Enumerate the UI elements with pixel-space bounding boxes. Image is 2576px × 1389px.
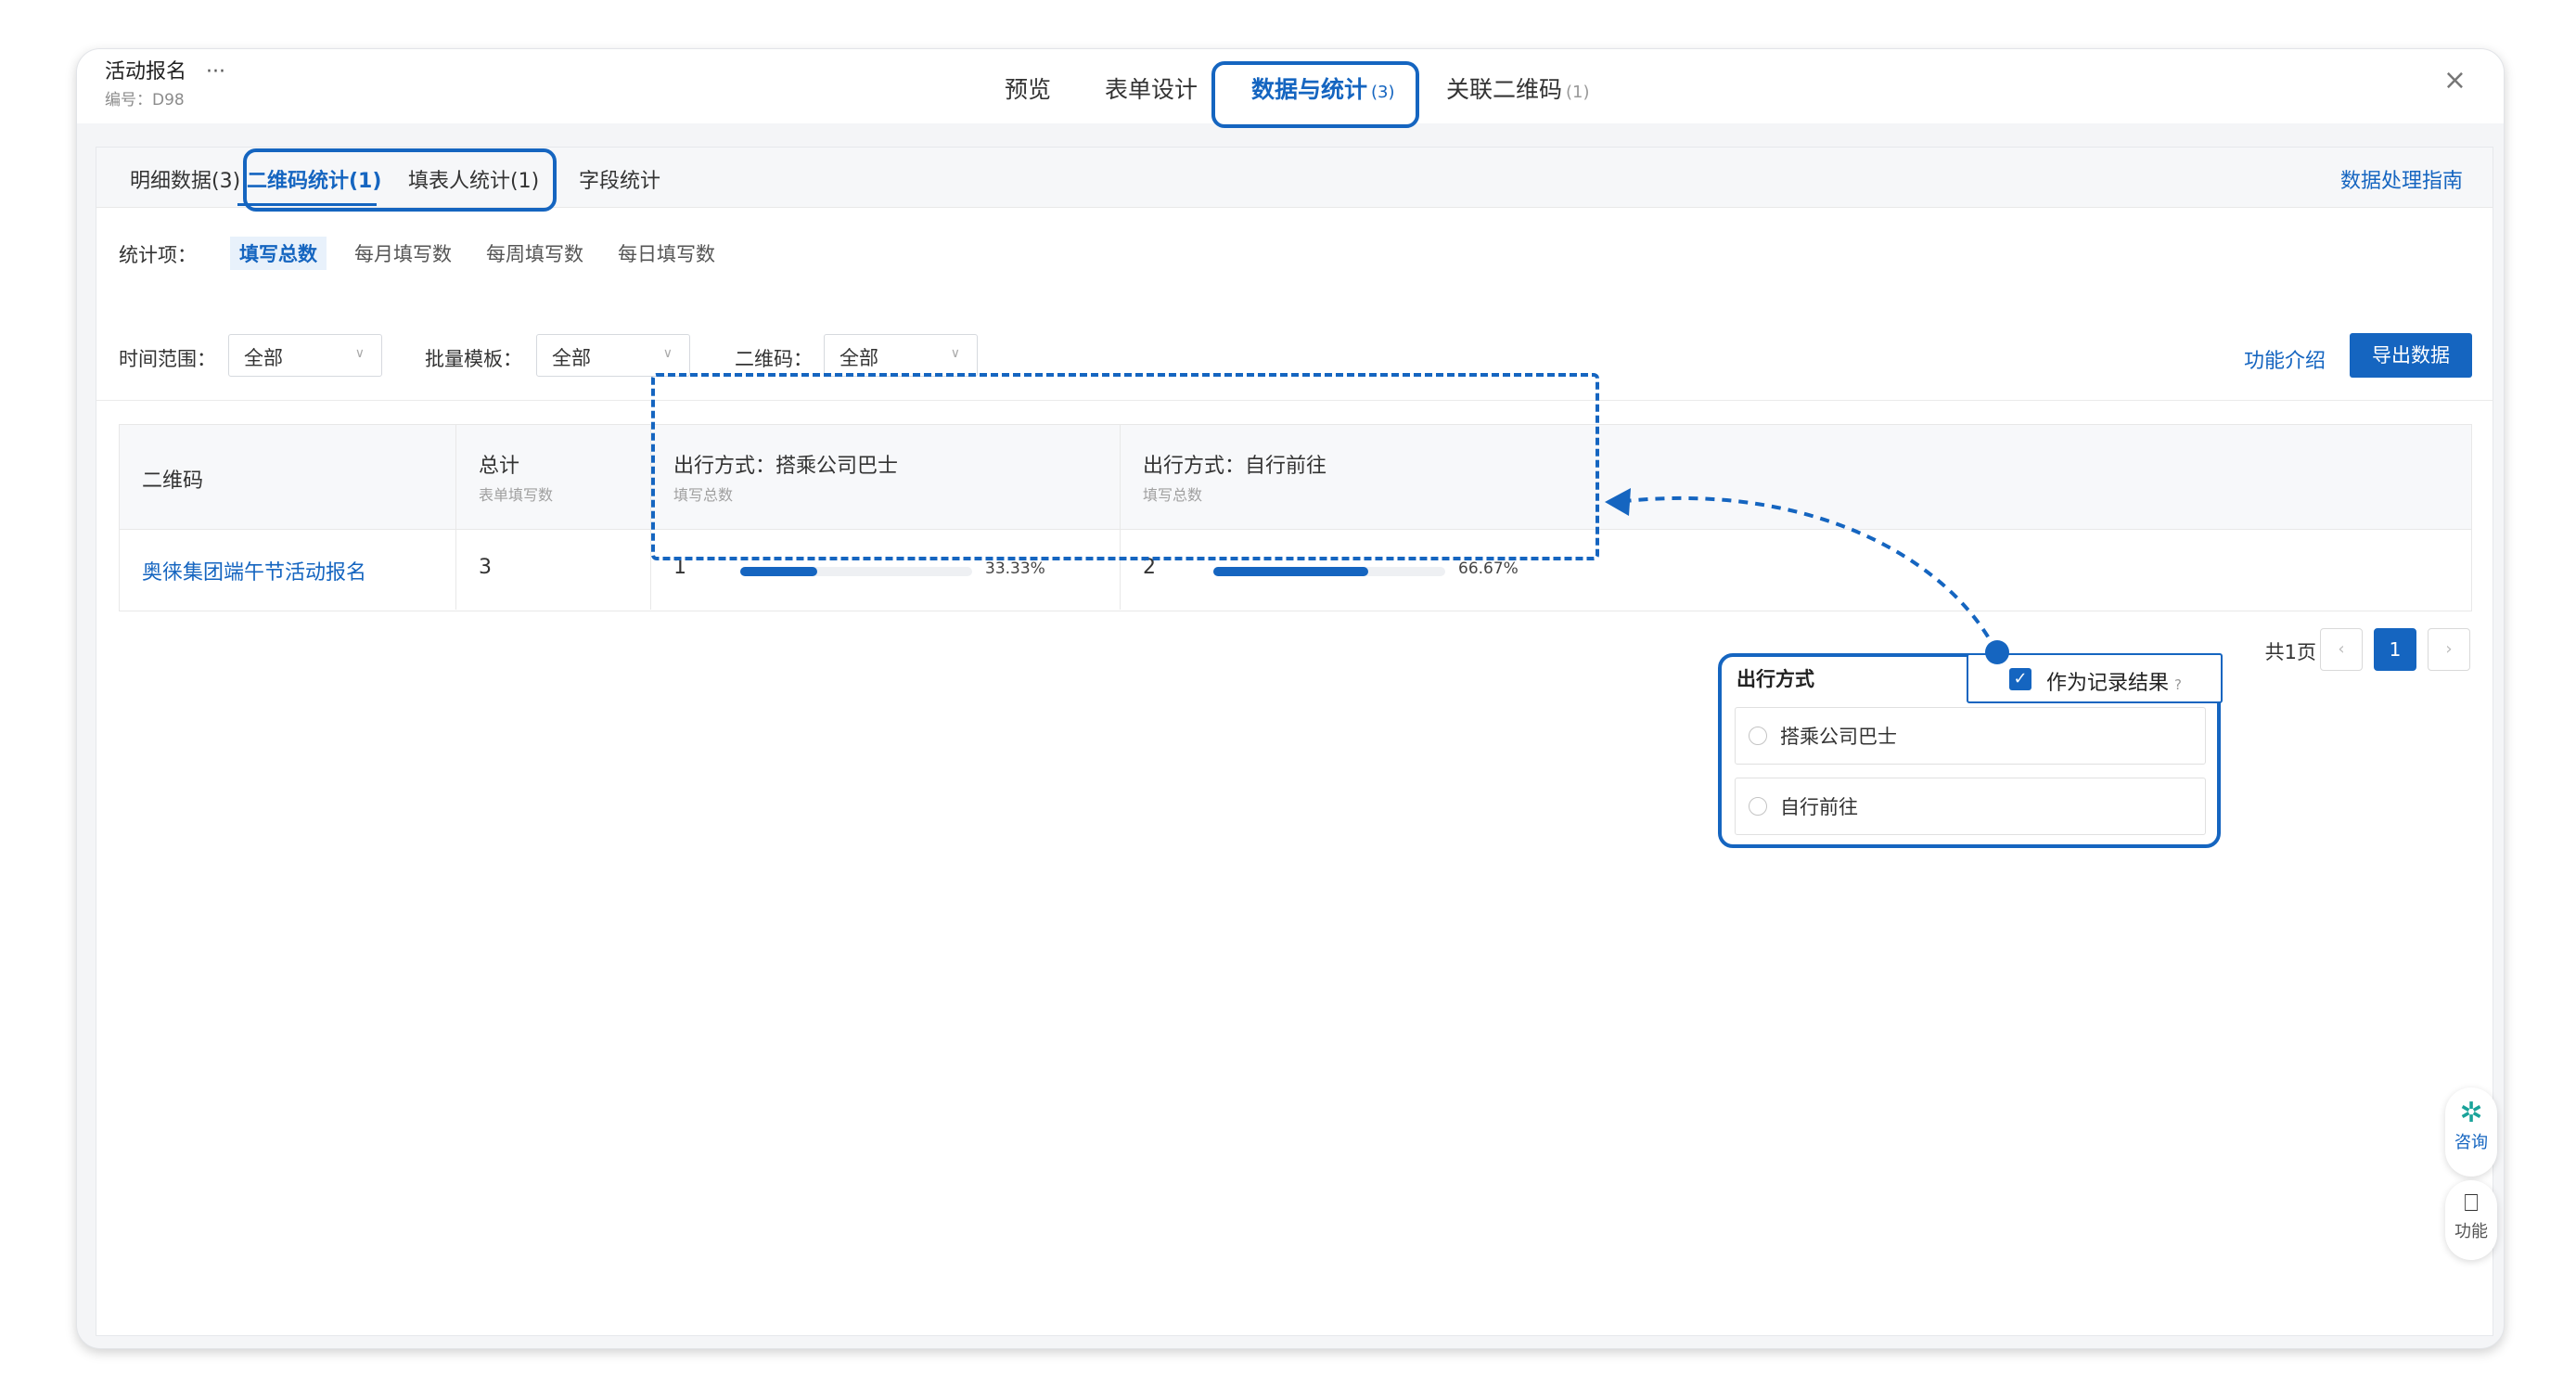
option-self-label: 自行前往 <box>1780 796 1858 818</box>
sparkle-icon: ✲ <box>2459 1097 2483 1129</box>
annotation-arrow-path <box>1624 495 1998 652</box>
record-result-label: 作为记录结果? <box>2046 666 2182 696</box>
callout-field-title: 出行方式 <box>1737 668 1814 690</box>
travel-field-callout: 出行方式 ✓ 作为记录结果? 搭乘公司巴士 自行前往 <box>1718 653 2223 848</box>
consult-label: 咨询 <box>2454 1133 2488 1152</box>
consult-button[interactable]: ✲ 咨询 <box>2445 1087 2497 1177</box>
option-self[interactable]: 自行前往 <box>1735 778 2206 835</box>
feature-button[interactable]: ⎕ 功能 <box>2445 1180 2497 1260</box>
radio-icon[interactable] <box>1749 727 1767 745</box>
bookmark-icon: ⎕ <box>2464 1190 2479 1217</box>
help-icon[interactable]: ? <box>2174 676 2182 693</box>
checkbox-checked-icon[interactable]: ✓ <box>2009 668 2031 690</box>
record-result-text: 作为记录结果 <box>2046 672 2170 695</box>
annotation-anchor-dot <box>1985 640 2009 664</box>
feature-label: 功能 <box>2454 1222 2488 1241</box>
option-bus[interactable]: 搭乘公司巴士 <box>1735 707 2206 765</box>
option-bus-label: 搭乘公司巴士 <box>1780 726 1897 748</box>
radio-icon[interactable] <box>1749 797 1767 816</box>
arrow-head-icon <box>1605 488 1631 516</box>
